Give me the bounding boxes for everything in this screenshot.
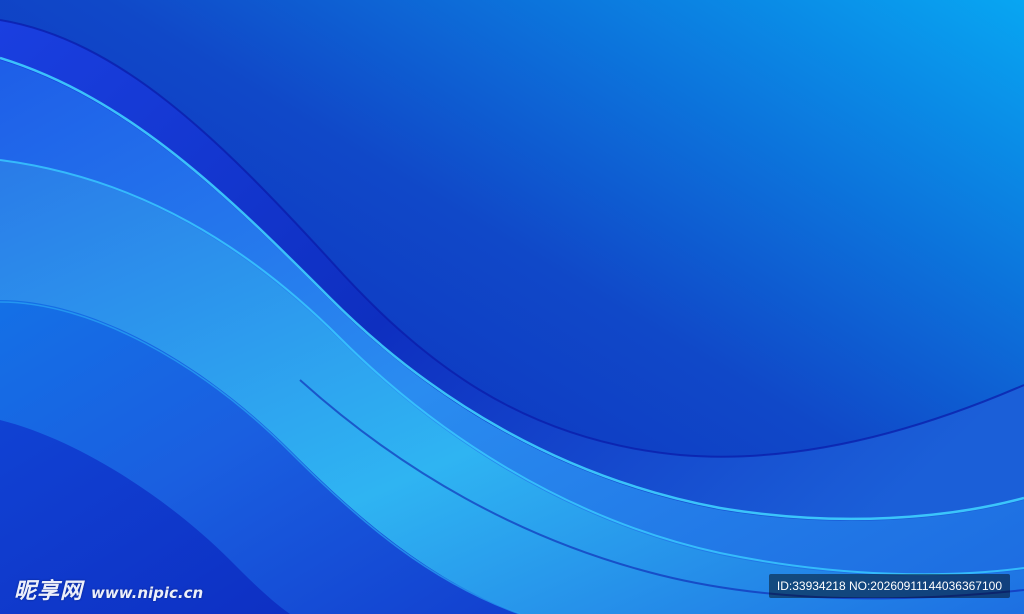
watermark-brand: 昵享网 bbox=[14, 579, 84, 604]
wave-background: 昵享网 www.nipic.cn ID:33934218 NO:20260911… bbox=[0, 0, 1024, 614]
wave-artwork bbox=[0, 0, 1024, 614]
watermark-url: www.nipic.cn bbox=[91, 584, 204, 602]
watermark-id-badge: ID:33934218 NO:20260911144036367100 bbox=[768, 574, 1010, 598]
watermark-logo: 昵享网 www.nipic.cn bbox=[14, 573, 203, 605]
